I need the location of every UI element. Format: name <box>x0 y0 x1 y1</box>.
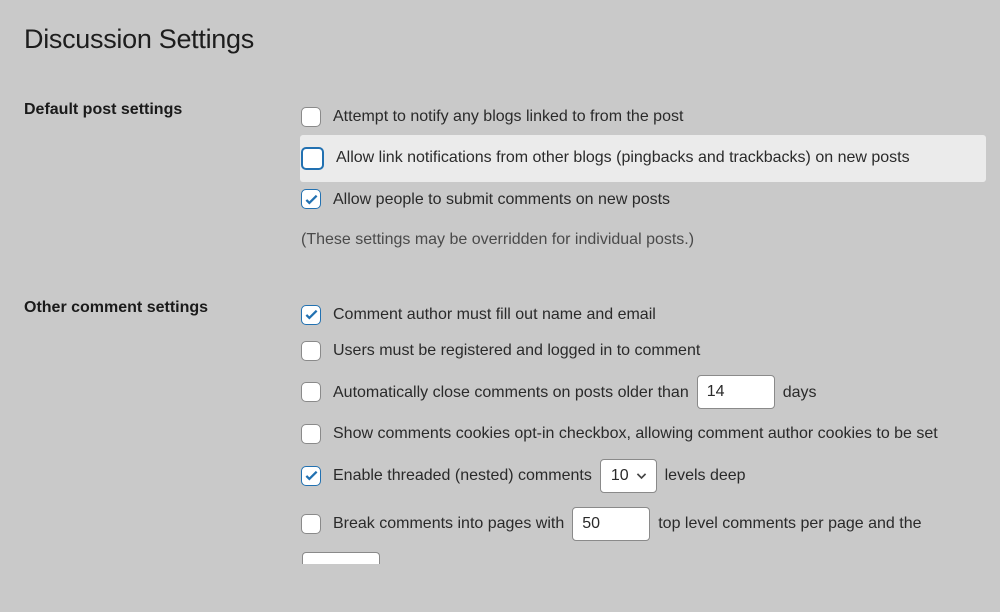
section-label-other-comment: Other comment settings <box>24 299 208 316</box>
checkbox-paginate-comments[interactable] <box>301 514 321 534</box>
option-allow-comments[interactable]: Allow people to submit comments on new p… <box>300 182 976 218</box>
option-allow-pingbacks[interactable]: Allow link notifications from other blog… <box>300 135 986 182</box>
option-auto-close[interactable]: Automatically close comments on posts ol… <box>300 368 976 416</box>
option-label-prefix: Enable threaded (nested) comments <box>333 465 592 487</box>
page-title: Discussion Settings <box>24 24 976 55</box>
option-label: Allow link notifications from other blog… <box>336 147 910 169</box>
option-label-prefix: Automatically close comments on posts ol… <box>333 382 689 404</box>
checkbox-allow-comments[interactable] <box>301 189 321 209</box>
chevron-down-icon <box>635 469 648 482</box>
check-icon <box>304 307 319 322</box>
option-cookies-optin[interactable]: Show comments cookies opt-in checkbox, a… <box>300 416 976 452</box>
select-value: 10 <box>611 465 629 487</box>
check-icon <box>304 192 319 207</box>
option-label-suffix: levels deep <box>665 465 746 487</box>
checkbox-require-name-email[interactable] <box>301 305 321 325</box>
section-label-default-post: Default post settings <box>24 101 182 118</box>
option-require-registration[interactable]: Users must be registered and logged in t… <box>300 333 976 369</box>
cutoff-input <box>302 552 380 564</box>
option-label: Comment author must fill out name and em… <box>333 304 656 326</box>
option-label: Users must be registered and logged in t… <box>333 340 700 362</box>
option-label-suffix: days <box>783 382 817 404</box>
option-paginate-comments[interactable]: Break comments into pages with top level… <box>300 500 976 548</box>
checkbox-threaded-comments[interactable] <box>301 466 321 486</box>
checkbox-cookies-optin[interactable] <box>301 424 321 444</box>
option-label-suffix: top level comments per page and the <box>658 513 921 535</box>
checkbox-allow-pingbacks[interactable] <box>301 147 324 170</box>
default-post-note: (These settings may be overridden for in… <box>301 231 976 249</box>
option-threaded-comments[interactable]: Enable threaded (nested) comments 10 lev… <box>300 452 976 500</box>
option-label: Allow people to submit comments on new p… <box>333 189 670 211</box>
checkbox-require-registration[interactable] <box>301 341 321 361</box>
threaded-levels-select[interactable]: 10 <box>600 459 657 493</box>
option-label: Show comments cookies opt-in checkbox, a… <box>333 423 938 445</box>
option-notify-linked[interactable]: Attempt to notify any blogs linked to fr… <box>300 99 976 135</box>
auto-close-days-input[interactable] <box>697 375 775 409</box>
paginate-count-input[interactable] <box>572 507 650 541</box>
checkbox-notify-linked[interactable] <box>301 107 321 127</box>
checkbox-auto-close[interactable] <box>301 382 321 402</box>
check-icon <box>304 468 319 483</box>
option-label-prefix: Break comments into pages with <box>333 513 564 535</box>
option-label: Attempt to notify any blogs linked to fr… <box>333 106 683 128</box>
option-require-name-email[interactable]: Comment author must fill out name and em… <box>300 297 976 333</box>
